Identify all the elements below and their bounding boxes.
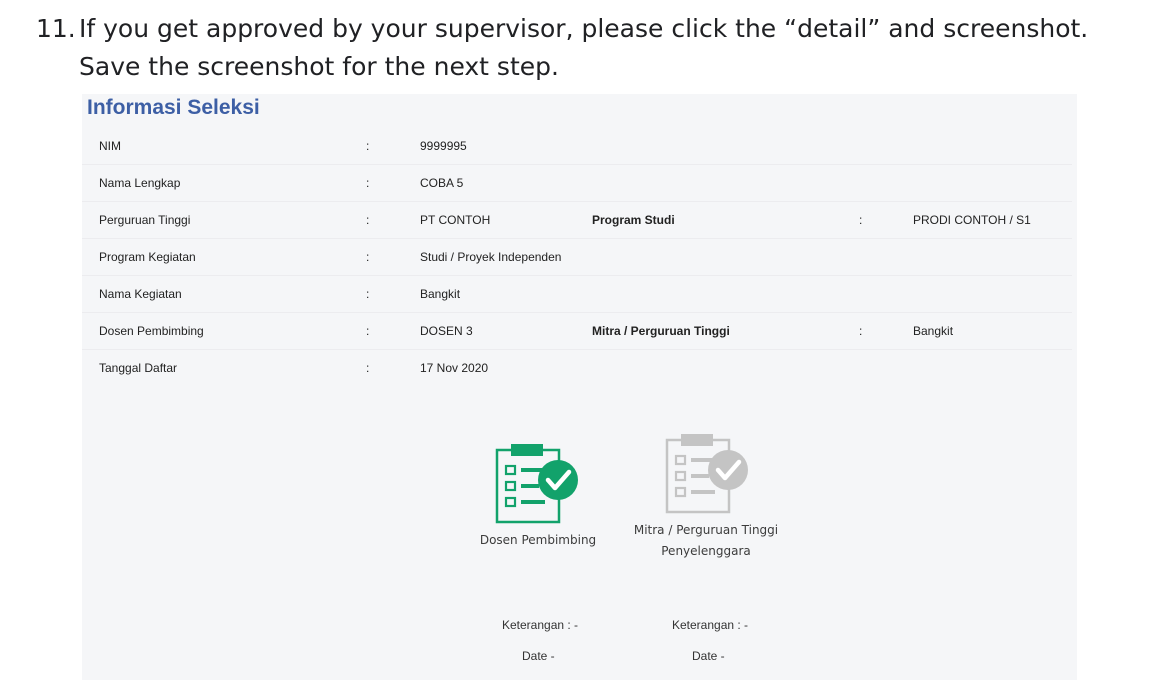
panel-title: Informasi Seleksi bbox=[87, 96, 260, 119]
row-nama-kegiatan: Nama Kegiatan : Bangkit bbox=[82, 276, 1072, 313]
colon: : bbox=[366, 324, 370, 338]
approval-caption-line2: Penyelenggara bbox=[661, 544, 751, 558]
colon: : bbox=[366, 287, 370, 301]
label-nama-kegiatan: Nama Kegiatan bbox=[99, 287, 182, 301]
value-tanggal-daftar: 17 Nov 2020 bbox=[420, 361, 489, 375]
approval-caption-line1: Mitra / Perguruan Tinggi bbox=[633, 523, 779, 537]
row-nama-lengkap: Nama Lengkap : COBA 5 bbox=[82, 165, 1072, 202]
colon: : bbox=[366, 361, 370, 375]
colon: : bbox=[859, 213, 863, 227]
value-nama-lengkap: COBA 5 bbox=[420, 176, 464, 190]
date-dosen: Date - bbox=[522, 649, 555, 663]
label-dosen-pembimbing: Dosen Pembimbing bbox=[99, 324, 204, 338]
label-program-kegiatan: Program Kegiatan bbox=[99, 250, 196, 264]
row-nim: NIM : 9999995 bbox=[82, 128, 1072, 165]
clipboard-check-icon bbox=[665, 434, 748, 514]
value-nama-kegiatan: Bangkit bbox=[420, 287, 461, 301]
value-nim: 9999995 bbox=[420, 139, 467, 153]
row-program-kegiatan: Program Kegiatan : Studi / Proyek Indepe… bbox=[82, 239, 1072, 276]
label-mitra: Mitra / Perguruan Tinggi bbox=[592, 324, 730, 338]
row-dosen-pembimbing: Dosen Pembimbing : DOSEN 3 Mitra / Pergu… bbox=[82, 313, 1072, 350]
value-mitra: Bangkit bbox=[913, 324, 954, 338]
label-tanggal-daftar: Tanggal Daftar bbox=[99, 361, 178, 375]
value-dosen-pembimbing: DOSEN 3 bbox=[420, 324, 473, 338]
keterangan-dosen: Keterangan : - bbox=[502, 618, 579, 632]
step-text: If you get approved by your supervisor, … bbox=[79, 14, 1089, 81]
row-tanggal-daftar: Tanggal Daftar : 17 Nov 2020 bbox=[82, 350, 1072, 386]
label-nama-lengkap: Nama Lengkap bbox=[99, 176, 181, 190]
keterangan-mitra: Keterangan : - bbox=[672, 618, 749, 632]
step-number: 11. bbox=[36, 14, 76, 43]
label-nim: NIM bbox=[99, 139, 121, 153]
colon: : bbox=[366, 213, 370, 227]
value-program-studi: PRODI CONTOH / S1 bbox=[913, 213, 1031, 227]
approval-dosen-pembimbing: Dosen Pembimbing bbox=[470, 442, 606, 551]
row-perguruan-tinggi: Perguruan Tinggi : PT CONTOH Program Stu… bbox=[82, 202, 1072, 239]
colon: : bbox=[366, 250, 370, 264]
informasi-seleksi-panel: Informasi Seleksi NIM : 9999995 Nama Len… bbox=[82, 94, 1077, 680]
colon: : bbox=[366, 139, 370, 153]
value-program-kegiatan: Studi / Proyek Independen bbox=[420, 250, 562, 264]
approval-caption: Dosen Pembimbing bbox=[479, 533, 597, 547]
label-program-studi: Program Studi bbox=[592, 213, 675, 227]
colon: : bbox=[366, 176, 370, 190]
info-table: NIM : 9999995 Nama Lengkap : COBA 5 Perg… bbox=[82, 128, 1072, 386]
label-perguruan-tinggi: Perguruan Tinggi bbox=[99, 213, 191, 227]
approval-mitra: Mitra / Perguruan Tinggi Penyelenggara bbox=[626, 432, 786, 562]
clipboard-check-icon bbox=[495, 444, 578, 524]
colon: : bbox=[859, 324, 863, 338]
date-mitra: Date - bbox=[692, 649, 725, 663]
value-perguruan-tinggi: PT CONTOH bbox=[420, 213, 491, 227]
